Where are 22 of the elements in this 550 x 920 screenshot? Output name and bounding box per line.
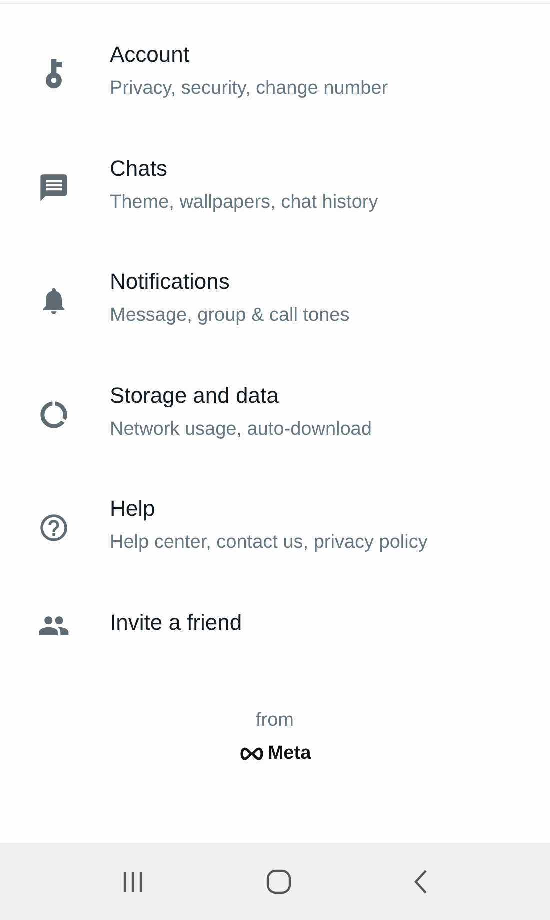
brand-name: Meta <box>268 742 312 766</box>
message-icon <box>38 172 70 204</box>
help-icon <box>38 512 70 544</box>
item-title: Notifications <box>110 268 231 296</box>
item-title: Account <box>110 41 190 69</box>
item-title: Invite a friend <box>110 608 242 636</box>
settings-item[interactable]: Help Help center, contact us, privacy policy <box>0 486 550 600</box>
settings-item[interactable]: Notifications Message, group & call tones <box>0 259 550 372</box>
item-subtitle: Help center, contact us, privacy policy <box>110 531 428 555</box>
back-icon[interactable] <box>413 868 430 894</box>
item-subtitle: Network usage, auto-download <box>110 418 372 442</box>
home-icon[interactable] <box>266 868 292 894</box>
settings-item[interactable]: Chats Theme, wallpapers, chat history <box>0 146 550 259</box>
item-title: Chats <box>110 154 168 182</box>
item-title: Help <box>110 495 156 523</box>
item-subtitle: Privacy, security, change number <box>110 77 388 101</box>
item-title: Storage and data <box>110 382 280 410</box>
settings-item[interactable]: Account Privacy, security, change number <box>0 32 550 146</box>
item-subtitle: Theme, wallpapers, chat history <box>110 190 378 214</box>
infinity-logo-icon <box>238 746 265 761</box>
item-subtitle: Message, group & call tones <box>110 304 350 328</box>
settings-item[interactable]: Storage and data Network usage, auto-download <box>0 372 550 486</box>
